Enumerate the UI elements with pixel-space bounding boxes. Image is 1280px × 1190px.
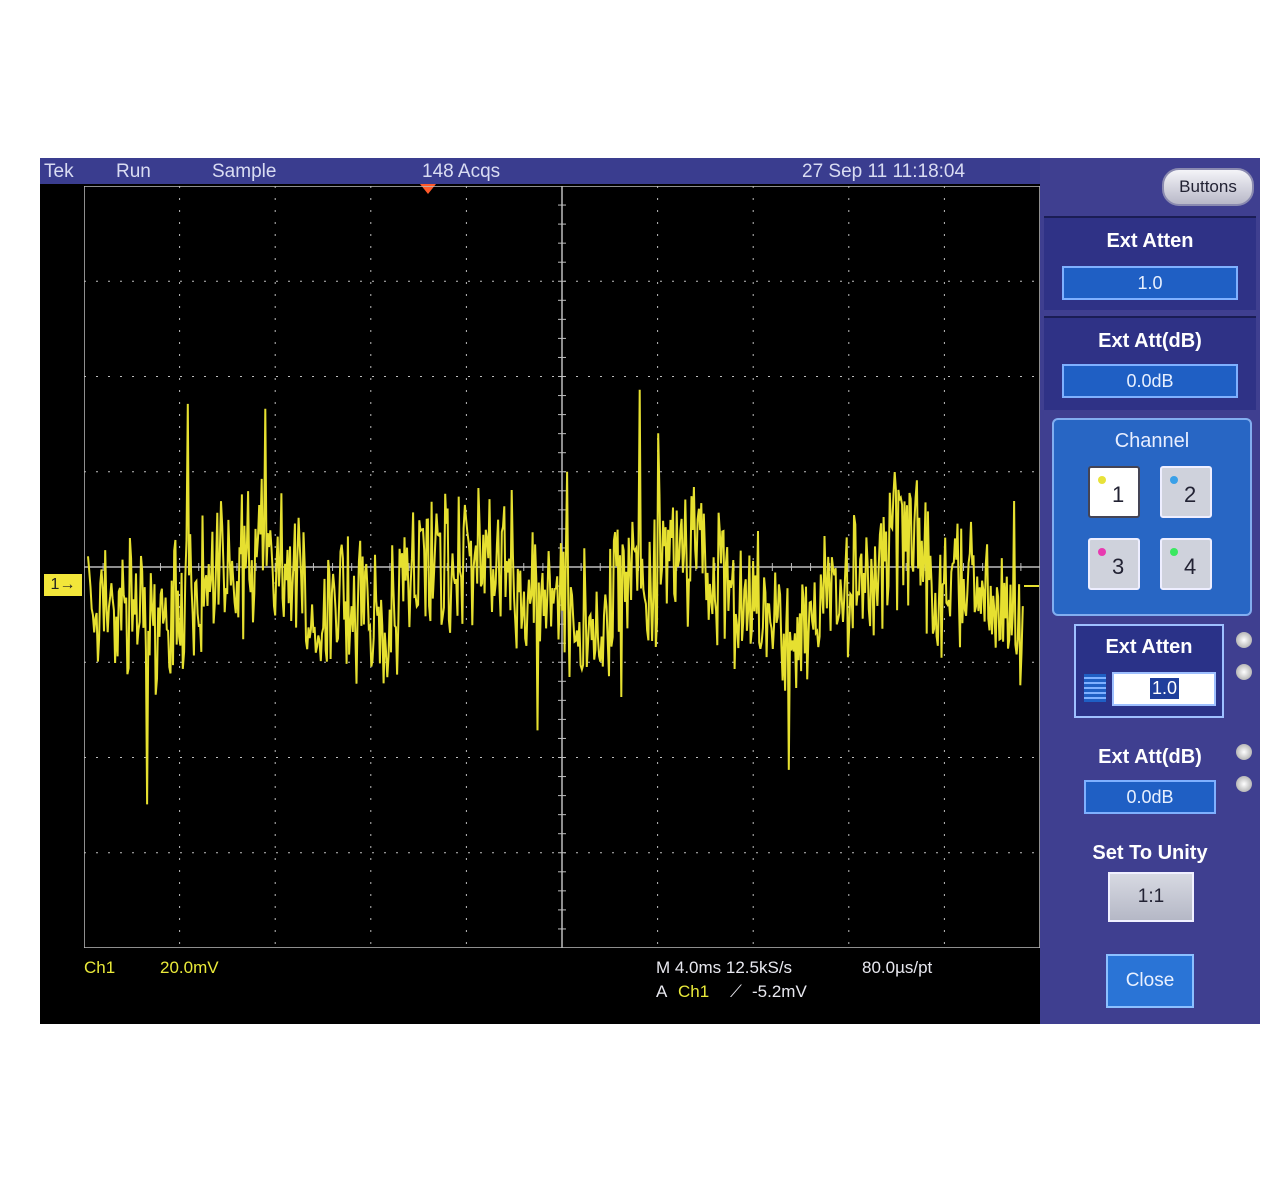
multipurpose-knob-b-icon[interactable] bbox=[1236, 664, 1252, 680]
channel-2-number: 2 bbox=[1184, 482, 1197, 507]
ext-att-db-entry-label: Ext Att(dB) bbox=[1098, 746, 1202, 768]
timebase-readout[interactable]: M 4.0ms 12.5kS/s bbox=[656, 958, 792, 978]
brand-label: Tek bbox=[44, 161, 74, 182]
ext-att-db-section: Ext Att(dB) 0.0dB bbox=[1044, 316, 1256, 410]
buttons-button[interactable]: Buttons bbox=[1162, 168, 1254, 206]
acquisition-count: 148 Acqs bbox=[422, 161, 501, 182]
probe-setup-panel: Buttons Ext Atten 1.0 Ext Att(dB) 0.0dB … bbox=[1040, 158, 1260, 1024]
channel-1-number: 1 bbox=[1112, 482, 1125, 507]
trigger-level-readout[interactable]: -5.2mV bbox=[752, 982, 807, 1002]
channel-1-button[interactable]: 1 bbox=[1088, 466, 1140, 518]
channel-4-color-icon bbox=[1170, 548, 1178, 556]
multipurpose-knob-c-icon[interactable] bbox=[1236, 744, 1252, 760]
channel-2-button[interactable]: 2 bbox=[1160, 466, 1212, 518]
datetime: 27 Sep 11 11:18:04 bbox=[802, 161, 966, 182]
ext-att-db-label: Ext Att(dB) bbox=[1098, 330, 1202, 352]
trigger-slope-icon: ⟋ bbox=[730, 982, 742, 1001]
ext-atten-section: Ext Atten 1.0 bbox=[1044, 216, 1256, 310]
oscilloscope-screen: Tek Run Sample 148 Acqs 27 Sep 11 11:18:… bbox=[40, 158, 1260, 1024]
trigger-prefix: A bbox=[656, 982, 668, 1001]
channel-readout[interactable]: Ch1 bbox=[84, 958, 115, 978]
channel-1-color-icon bbox=[1098, 476, 1106, 484]
channel-3-button[interactable]: 3 bbox=[1088, 538, 1140, 590]
channel-3-color-icon bbox=[1098, 548, 1106, 556]
multipurpose-knob-a-icon[interactable] bbox=[1236, 632, 1252, 648]
waveform-graticule[interactable] bbox=[84, 186, 1040, 948]
keypad-icon[interactable] bbox=[1084, 674, 1106, 702]
ch1-waveform-trace bbox=[87, 389, 1024, 805]
channel-2-color-icon bbox=[1170, 476, 1178, 484]
acquisition-mode[interactable]: Sample bbox=[212, 161, 276, 183]
volts-per-div-readout[interactable]: 20.0mV bbox=[160, 958, 219, 978]
ext-att-db-value[interactable]: 0.0dB bbox=[1062, 364, 1238, 398]
status-bar: Tek Run Sample 148 Acqs 27 Sep 11 11:18:… bbox=[40, 158, 1040, 184]
ext-atten-value[interactable]: 1.0 bbox=[1062, 266, 1238, 300]
channel-selector: Channel 1 2 3 4 bbox=[1052, 418, 1252, 616]
set-to-unity-label: Set To Unity bbox=[1092, 842, 1208, 864]
ext-atten-entry-label: Ext Atten bbox=[1105, 636, 1193, 658]
ext-atten-entry-value: 1.0 bbox=[1150, 678, 1180, 699]
ext-att-db-entry-value[interactable]: 0.0dB bbox=[1084, 780, 1216, 814]
close-button[interactable]: Close bbox=[1106, 954, 1194, 1008]
set-to-unity-button[interactable]: 1:1 bbox=[1108, 872, 1194, 922]
channel-4-button[interactable]: 4 bbox=[1160, 538, 1212, 590]
time-per-point-readout: 80.0µs/pt bbox=[862, 958, 933, 977]
run-state[interactable]: Run bbox=[116, 161, 151, 183]
channel-label: Channel bbox=[1114, 430, 1190, 452]
ch1-ground-marker[interactable]: 1→ bbox=[44, 574, 82, 596]
ext-atten-label: Ext Atten bbox=[1106, 230, 1194, 252]
ext-atten-entry-box: Ext Atten 1.0 bbox=[1074, 624, 1224, 718]
trigger-source-readout[interactable]: Ch1 bbox=[678, 982, 709, 1002]
channel-4-number: 4 bbox=[1184, 554, 1197, 579]
multipurpose-knob-d-icon[interactable] bbox=[1236, 776, 1252, 792]
channel-3-number: 3 bbox=[1112, 554, 1125, 579]
ext-atten-entry-field[interactable]: 1.0 bbox=[1112, 672, 1216, 706]
